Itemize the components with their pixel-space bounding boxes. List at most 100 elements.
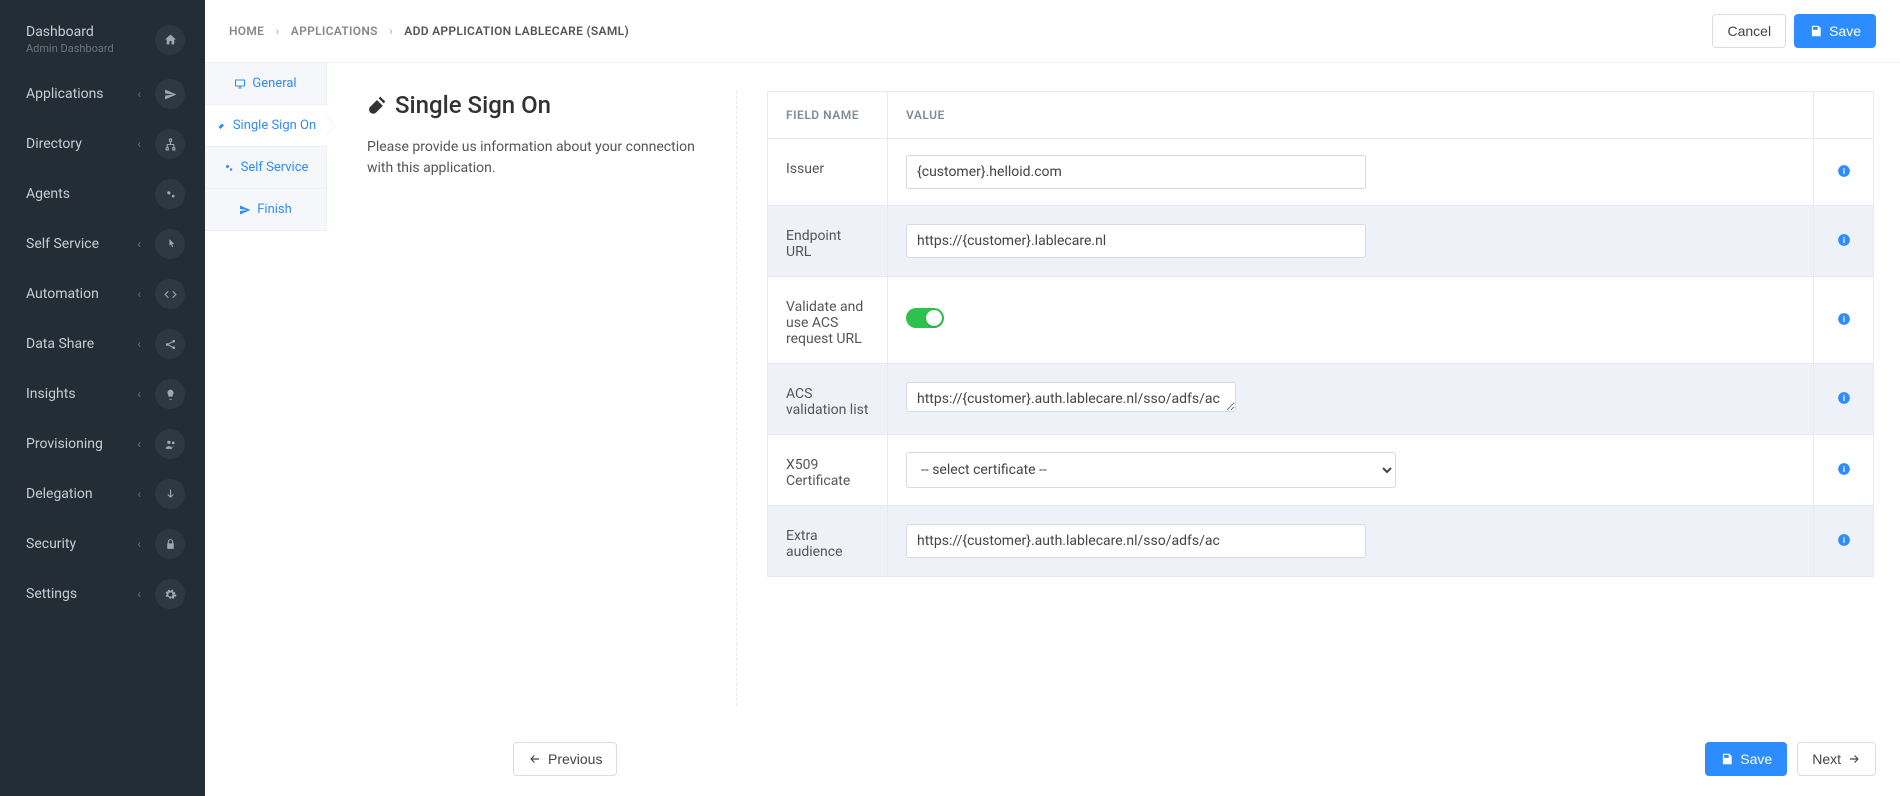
sidebar-item-agents[interactable]: Agents ‹	[0, 169, 205, 219]
chevron-right-icon: ›	[389, 24, 393, 38]
info-icon[interactable]: i	[1837, 233, 1851, 249]
sidebar-item-insights[interactable]: Insights ‹	[0, 369, 205, 419]
row-extra: Extra audience i	[768, 506, 1874, 577]
row-validate: Validate and use ACS request URL i	[768, 277, 1874, 364]
sidebar-item-security[interactable]: Security ‹	[0, 519, 205, 569]
cancel-button[interactable]: Cancel	[1712, 14, 1786, 48]
th-value: VALUE	[888, 92, 1814, 139]
step-selfservice[interactable]: Self Service	[205, 147, 327, 189]
sidebar-item-datashare[interactable]: Data Share ‹	[0, 319, 205, 369]
step-sso[interactable]: Single Sign On	[205, 105, 327, 147]
svg-text:i: i	[1842, 535, 1844, 545]
plug-icon	[215, 120, 227, 132]
plug-icon	[367, 95, 387, 115]
sidebar-item-dashboard[interactable]: Dashboard Admin Dashboard	[0, 20, 205, 69]
save-button-footer[interactable]: Save	[1705, 742, 1787, 776]
info-icon[interactable]: i	[1837, 391, 1851, 407]
chevron-left-icon: ‹	[137, 587, 141, 601]
save-icon	[1720, 752, 1734, 766]
monitor-icon	[234, 78, 246, 90]
step-finish[interactable]: Finish	[205, 189, 327, 231]
chevron-left-icon: ‹	[137, 437, 141, 451]
panel-left: Single Sign On Please provide us informa…	[367, 91, 737, 706]
svg-text:i: i	[1842, 235, 1844, 245]
bulb-icon	[155, 379, 185, 409]
label-endpoint: Endpoint URL	[768, 206, 888, 277]
svg-text:i: i	[1842, 464, 1844, 474]
chevron-left-icon: ‹	[137, 87, 141, 101]
toggle-validate[interactable]	[906, 308, 944, 328]
share-icon	[155, 329, 185, 359]
panel-right: FIELD NAME VALUE Issuer i	[767, 91, 1874, 706]
row-acs: ACS validation list https://{customer}.a…	[768, 364, 1874, 435]
th-info	[1814, 92, 1874, 139]
home-icon	[155, 25, 185, 55]
th-fieldname: FIELD NAME	[768, 92, 888, 139]
select-x509[interactable]: -- select certificate --	[906, 452, 1396, 488]
input-issuer[interactable]	[906, 155, 1366, 189]
input-endpoint[interactable]	[906, 224, 1366, 258]
breadcrumb: HOME › APPLICATIONS › ADD APPLICATION LA…	[229, 24, 1712, 38]
chevron-left-icon: ‹	[137, 237, 141, 251]
label-issuer: Issuer	[768, 139, 888, 206]
sidebar-item-applications[interactable]: Applications ‹	[0, 69, 205, 119]
info-icon[interactable]: i	[1837, 312, 1851, 328]
main: HOME › APPLICATIONS › ADD APPLICATION LA…	[205, 0, 1900, 796]
sidebar-item-provisioning[interactable]: Provisioning ‹	[0, 419, 205, 469]
sidebar-item-settings[interactable]: Settings ‹	[0, 569, 205, 619]
users-icon	[155, 429, 185, 459]
chevron-left-icon: ‹	[137, 137, 141, 151]
chevron-left-icon: ‹	[137, 287, 141, 301]
code-icon	[155, 279, 185, 309]
gear-icon	[155, 579, 185, 609]
wizard-steps: General Single Sign On Self Service Fini…	[205, 63, 327, 796]
config-table: FIELD NAME VALUE Issuer i	[767, 91, 1874, 577]
label-validate: Validate and use ACS request URL	[768, 277, 888, 364]
chevron-left-icon: ‹	[137, 537, 141, 551]
wizard-footer: Previous Save Next	[489, 726, 1900, 796]
crumb-current: ADD APPLICATION LABLECARE (SAML)	[404, 24, 629, 38]
input-extra[interactable]	[906, 524, 1366, 558]
sidebar-item-automation[interactable]: Automation ‹	[0, 269, 205, 319]
row-endpoint: Endpoint URL i	[768, 206, 1874, 277]
next-button[interactable]: Next	[1797, 742, 1876, 776]
label-extra: Extra audience	[768, 506, 888, 577]
info-icon[interactable]: i	[1837, 164, 1851, 180]
send-icon	[155, 79, 185, 109]
page-description: Please provide us information about your…	[367, 137, 708, 179]
svg-text:i: i	[1842, 393, 1844, 403]
row-x509: X509 Certificate -- select certificate -…	[768, 435, 1874, 506]
row-issuer: Issuer i	[768, 139, 1874, 206]
dashboard-sublabel: Admin Dashboard	[26, 42, 155, 55]
label-x509: X509 Certificate	[768, 435, 888, 506]
sidebar: Dashboard Admin Dashboard Applications ‹…	[0, 0, 205, 796]
chevron-left-icon: ‹	[137, 387, 141, 401]
textarea-acs[interactable]: https://{customer}.auth.lablecare.nl/sso…	[906, 382, 1236, 412]
save-button[interactable]: Save	[1794, 14, 1876, 48]
lock-icon	[155, 529, 185, 559]
crumb-applications[interactable]: APPLICATIONS	[291, 24, 378, 38]
arrow-down-icon	[155, 479, 185, 509]
topbar: HOME › APPLICATIONS › ADD APPLICATION LA…	[205, 0, 1900, 63]
sidebar-item-selfservice[interactable]: Self Service ‹	[0, 219, 205, 269]
content: General Single Sign On Self Service Fini…	[205, 63, 1900, 796]
previous-button[interactable]: Previous	[513, 742, 617, 776]
label-acs: ACS validation list	[768, 364, 888, 435]
info-icon[interactable]: i	[1837, 462, 1851, 478]
svg-text:i: i	[1842, 166, 1844, 176]
send-icon	[239, 204, 251, 216]
save-icon	[1809, 24, 1823, 38]
chevron-left-icon: ‹	[137, 487, 141, 501]
crumb-home[interactable]: HOME	[229, 24, 264, 38]
sidebar-item-directory[interactable]: Directory ‹	[0, 119, 205, 169]
chevron-right-icon: ›	[276, 24, 280, 38]
page-title: Single Sign On	[367, 91, 708, 119]
step-general[interactable]: General	[205, 63, 327, 105]
sidebar-item-delegation[interactable]: Delegation ‹	[0, 469, 205, 519]
info-icon[interactable]: i	[1837, 533, 1851, 549]
sitemap-icon	[155, 129, 185, 159]
arrow-right-icon	[1847, 752, 1861, 766]
pointer-icon	[155, 229, 185, 259]
arrow-left-icon	[528, 752, 542, 766]
chevron-left-icon: ‹	[137, 337, 141, 351]
